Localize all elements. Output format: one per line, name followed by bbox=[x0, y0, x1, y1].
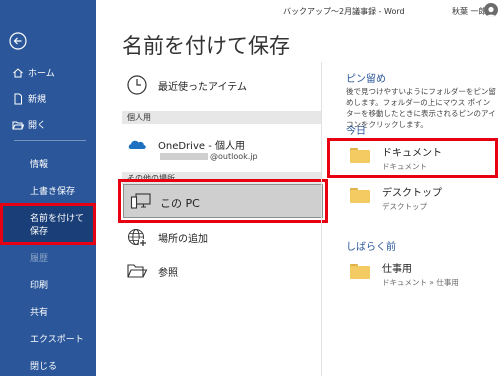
home-icon bbox=[12, 67, 24, 79]
sidebar-item-open[interactable]: 開く bbox=[0, 118, 96, 131]
sidebar-item-history: 履歴 bbox=[0, 251, 96, 264]
folder-icon bbox=[350, 188, 370, 203]
this-pc-highlight: この PC bbox=[118, 179, 328, 223]
backstage-sidebar: ホーム 新規 開く 情報 上書き保存 名前を付けて保存 履歴 印刷 共有 エクス… bbox=[0, 0, 96, 376]
sidebar-item-label: 共有 bbox=[30, 308, 49, 318]
onedrive-email: @outlook.jp bbox=[160, 152, 258, 161]
sidebar-item-new[interactable]: 新規 bbox=[0, 92, 96, 105]
folder-item[interactable]: ドキュメント ドキュメント bbox=[350, 144, 442, 172]
section-header-personal: 個人用 bbox=[122, 111, 322, 124]
sidebar-item-label: 名前を付けて保存 bbox=[30, 214, 85, 237]
sidebar-item-export[interactable]: エクスポート bbox=[0, 332, 96, 345]
folder-item[interactable]: デスクトップ デスクトップ bbox=[350, 184, 442, 212]
pinned-header: ピン留め bbox=[346, 74, 386, 85]
sidebar-item-label: 印刷 bbox=[30, 281, 49, 291]
location-recent[interactable]: 最近使ったアイテム bbox=[126, 74, 247, 96]
sidebar-divider bbox=[14, 140, 86, 141]
open-folder-icon bbox=[12, 119, 24, 131]
folder-name: 仕事用 bbox=[382, 264, 412, 275]
redacted-email-block bbox=[160, 153, 208, 160]
location-label: 参照 bbox=[158, 267, 178, 279]
new-document-icon bbox=[12, 93, 24, 105]
folder-name: デスクトップ bbox=[382, 188, 442, 199]
sidebar-item-home[interactable]: ホーム bbox=[0, 66, 96, 79]
location-browse[interactable]: 参照 bbox=[126, 260, 178, 282]
sidebar-item-print[interactable]: 印刷 bbox=[0, 278, 96, 291]
open-folder-icon bbox=[126, 260, 148, 282]
earlier-header: しばらく前 bbox=[346, 242, 396, 253]
folder-name: ドキュメント bbox=[382, 148, 442, 159]
folder-path: ドキュメント bbox=[382, 162, 427, 171]
clock-icon bbox=[126, 74, 148, 96]
column-divider bbox=[321, 62, 322, 376]
folder-path: ドキュメント » 仕事用 bbox=[382, 278, 459, 287]
sidebar-item-label: 開く bbox=[28, 121, 47, 131]
sidebar-item-label: 履歴 bbox=[30, 254, 49, 264]
sidebar-item-label: 閉じる bbox=[30, 362, 58, 372]
sidebar-item-label: 新規 bbox=[28, 95, 47, 105]
location-this-pc[interactable]: この PC bbox=[123, 184, 323, 218]
location-label: 場所の追加 bbox=[158, 233, 208, 245]
back-arrow-icon[interactable] bbox=[9, 32, 27, 50]
sidebar-item-label: 上書き保存 bbox=[30, 187, 76, 197]
page-title: 名前を付けて保存 bbox=[122, 34, 290, 58]
document-title: バックアップ～2月議事録 - Word bbox=[283, 7, 405, 16]
folder-icon bbox=[350, 264, 370, 279]
title-bar: バックアップ～2月議事録 - Word 秋葉 一郎 bbox=[96, 0, 500, 24]
pinned-description: 後で見つけやすいようにフォルダーをピン留めします。フォルダーの上にマウス ポイン… bbox=[346, 87, 496, 129]
globe-plus-icon bbox=[126, 226, 148, 248]
folder-icon bbox=[350, 148, 370, 163]
sidebar-item-label: 情報 bbox=[30, 160, 49, 170]
computer-icon bbox=[130, 190, 152, 212]
location-label: この PC bbox=[160, 197, 200, 210]
sidebar-item-label: エクスポート bbox=[30, 335, 84, 345]
sidebar-item-save-as[interactable]: 名前を付けて保存 bbox=[0, 203, 96, 245]
cloud-icon bbox=[126, 133, 148, 155]
today-header: 今日 bbox=[346, 126, 366, 137]
avatar[interactable] bbox=[484, 3, 498, 17]
location-add-place[interactable]: 場所の追加 bbox=[126, 226, 208, 248]
folder-item[interactable]: 仕事用 ドキュメント » 仕事用 bbox=[350, 260, 459, 288]
sidebar-item-save[interactable]: 上書き保存 bbox=[0, 184, 96, 197]
sidebar-item-info[interactable]: 情報 bbox=[0, 157, 96, 170]
email-domain: @outlook.jp bbox=[210, 152, 258, 161]
sidebar-item-share[interactable]: 共有 bbox=[0, 305, 96, 318]
user-name[interactable]: 秋葉 一郎 bbox=[452, 6, 487, 17]
location-label: OneDrive - 個人用 bbox=[158, 140, 245, 152]
sidebar-item-label: ホーム bbox=[28, 69, 55, 79]
location-label: 最近使ったアイテム bbox=[158, 81, 247, 93]
folder-path: デスクトップ bbox=[382, 202, 427, 211]
sidebar-item-close[interactable]: 閉じる bbox=[0, 359, 96, 372]
